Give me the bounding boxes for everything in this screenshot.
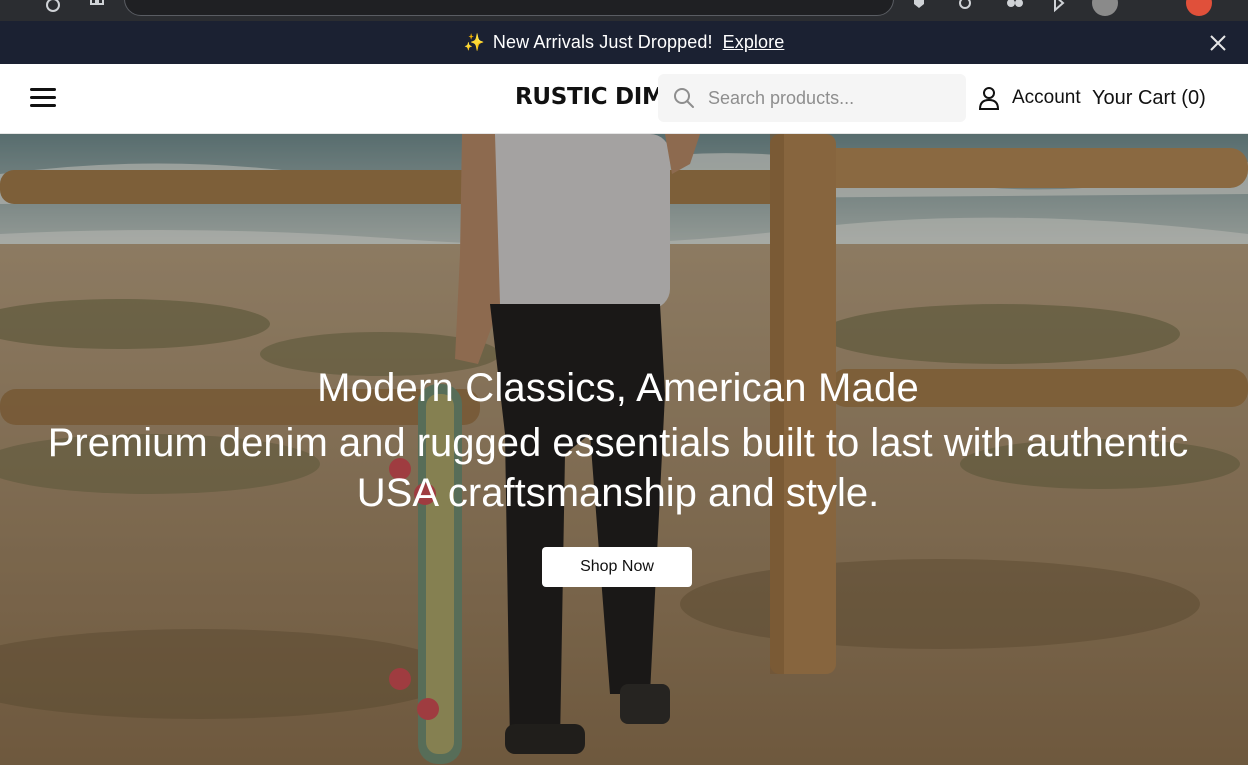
hamburger-menu-icon[interactable]: [30, 88, 56, 110]
sparkle-icon: ✨: [463, 32, 485, 52]
address-bar[interactable]: [124, 0, 894, 16]
search-input[interactable]: [708, 87, 948, 109]
shop-now-button[interactable]: Shop Now: [542, 547, 692, 587]
announcement-text: New Arrivals Just Dropped!: [492, 32, 713, 52]
shield-icon[interactable]: [910, 0, 928, 14]
account-link[interactable]: Account: [978, 86, 1081, 110]
close-icon[interactable]: [1208, 33, 1228, 53]
profile-avatar[interactable]: [1092, 0, 1118, 16]
browser-toolbar: [0, 0, 1248, 21]
hero-title: Modern Classics, American Made: [317, 366, 919, 410]
explore-link[interactable]: Explore: [723, 32, 785, 53]
search-bar[interactable]: [658, 74, 966, 122]
cart-link[interactable]: Your Cart (0): [1092, 87, 1206, 110]
user-icon: [978, 87, 1000, 110]
browser-menu-icon[interactable]: [1186, 0, 1212, 16]
settings-icon[interactable]: [956, 0, 974, 14]
announcement-bar: ✨ New Arrivals Just Dropped! Explore: [0, 21, 1248, 64]
account-label: Account: [1012, 87, 1081, 108]
hero-banner: Modern Classics, American Made Premium d…: [0, 134, 1248, 765]
reload-icon[interactable]: [44, 0, 62, 14]
extensions-icon[interactable]: [88, 0, 106, 14]
hero-subtitle: Premium denim and rugged essentials buil…: [47, 421, 1189, 515]
site-header: RUSTIC DIM Account Your Cart (0): [0, 64, 1248, 134]
search-icon: [674, 88, 694, 108]
play-icon[interactable]: [1050, 0, 1068, 14]
extension-icon[interactable]: [1006, 0, 1024, 14]
brand-logo[interactable]: RUSTIC DIM: [515, 84, 658, 114]
